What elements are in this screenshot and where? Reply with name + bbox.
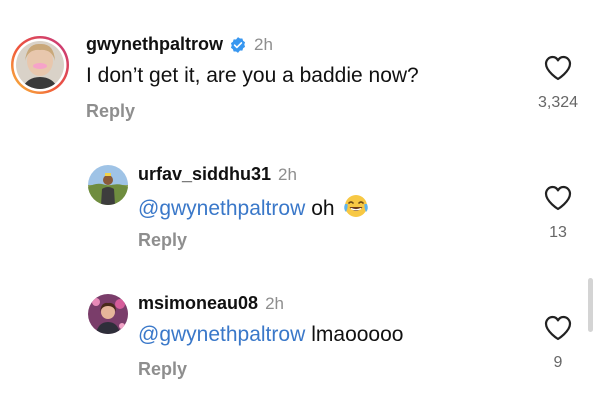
timestamp: 2h bbox=[278, 164, 297, 184]
comment-header: urfav_siddhu31 2h bbox=[138, 164, 297, 185]
comment-text-content: I don’t get it, are you a baddie now? bbox=[86, 64, 419, 87]
mention-link[interactable]: @gwynethpaltrow bbox=[138, 323, 305, 347]
reply-button[interactable]: Reply bbox=[86, 101, 135, 122]
reply-button[interactable]: Reply bbox=[138, 359, 187, 380]
comment-header: msimoneau08 2h bbox=[138, 293, 284, 314]
mention-link[interactable]: @gwynethpaltrow bbox=[138, 197, 305, 221]
verified-badge-icon bbox=[230, 36, 246, 53]
reply-button[interactable]: Reply bbox=[138, 230, 187, 251]
comment-text: @gwynethpaltrow oh bbox=[138, 193, 369, 225]
avatar-urfav_siddhu31[interactable] bbox=[88, 165, 128, 205]
like-count: 9 bbox=[553, 354, 563, 371]
username[interactable]: urfav_siddhu31 bbox=[138, 164, 271, 185]
comment-text: I don’t get it, are you a baddie now? bbox=[86, 64, 419, 88]
heart-icon[interactable] bbox=[544, 55, 572, 81]
heart-icon[interactable] bbox=[544, 185, 572, 211]
scrollbar[interactable] bbox=[588, 278, 593, 332]
avatar-gwynethpaltrow[interactable] bbox=[10, 35, 70, 95]
comment-text-content: lmaooooo bbox=[311, 323, 404, 346]
like-count: 13 bbox=[549, 224, 567, 241]
timestamp: 2h bbox=[265, 293, 284, 313]
heart-icon[interactable] bbox=[544, 315, 572, 341]
avatar-msimoneau08[interactable] bbox=[88, 294, 128, 334]
comment-header: gwynethpaltrow 2h bbox=[86, 34, 273, 55]
comment-text: @gwynethpaltrow lmaooooo bbox=[138, 323, 403, 347]
username[interactable]: msimoneau08 bbox=[138, 293, 258, 314]
comment-text-content: oh bbox=[311, 197, 335, 220]
face-with-tears-of-joy-icon bbox=[343, 193, 369, 225]
timestamp: 2h bbox=[254, 34, 273, 54]
username[interactable]: gwynethpaltrow bbox=[86, 34, 223, 55]
like-count: 3,324 bbox=[537, 94, 579, 111]
